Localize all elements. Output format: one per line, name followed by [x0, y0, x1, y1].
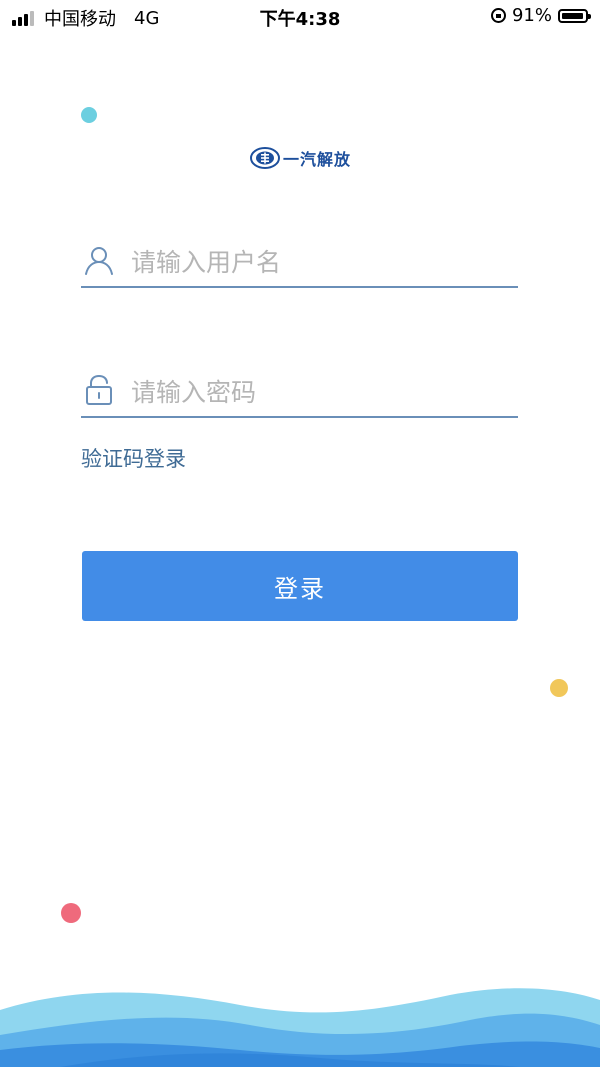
status-right: 91%: [490, 5, 591, 26]
user-icon: [85, 247, 113, 275]
rotation-lock-icon: [490, 8, 506, 23]
password-input[interactable]: [129, 372, 513, 412]
battery-icon: [558, 8, 591, 23]
logo-text: 一汽解放: [283, 150, 352, 169]
login-button[interactable]: 登录: [82, 551, 518, 621]
decor-dot-cyan: [81, 107, 97, 123]
lock-icon: [86, 374, 112, 405]
brand-logo: 一汽解放: [250, 146, 351, 170]
battery-percent: 91%: [511, 5, 552, 26]
sms-code-login-link[interactable]: 验证码登录: [81, 443, 186, 473]
password-field: [81, 368, 518, 418]
login-screen: 中国移动 4G 下午4:38 91% 一汽解放 请输入用户名 验证码登录 登录: [0, 0, 600, 1067]
decor-dot-yellow: [550, 679, 568, 697]
username-input[interactable]: [129, 242, 513, 282]
decor-dot-red: [61, 903, 81, 923]
status-bar: 中国移动 4G 下午4:38 91%: [0, 0, 600, 34]
decor-waves: [0, 988, 600, 1067]
logo-emblem-icon: [250, 147, 280, 169]
username-field: [81, 238, 518, 288]
